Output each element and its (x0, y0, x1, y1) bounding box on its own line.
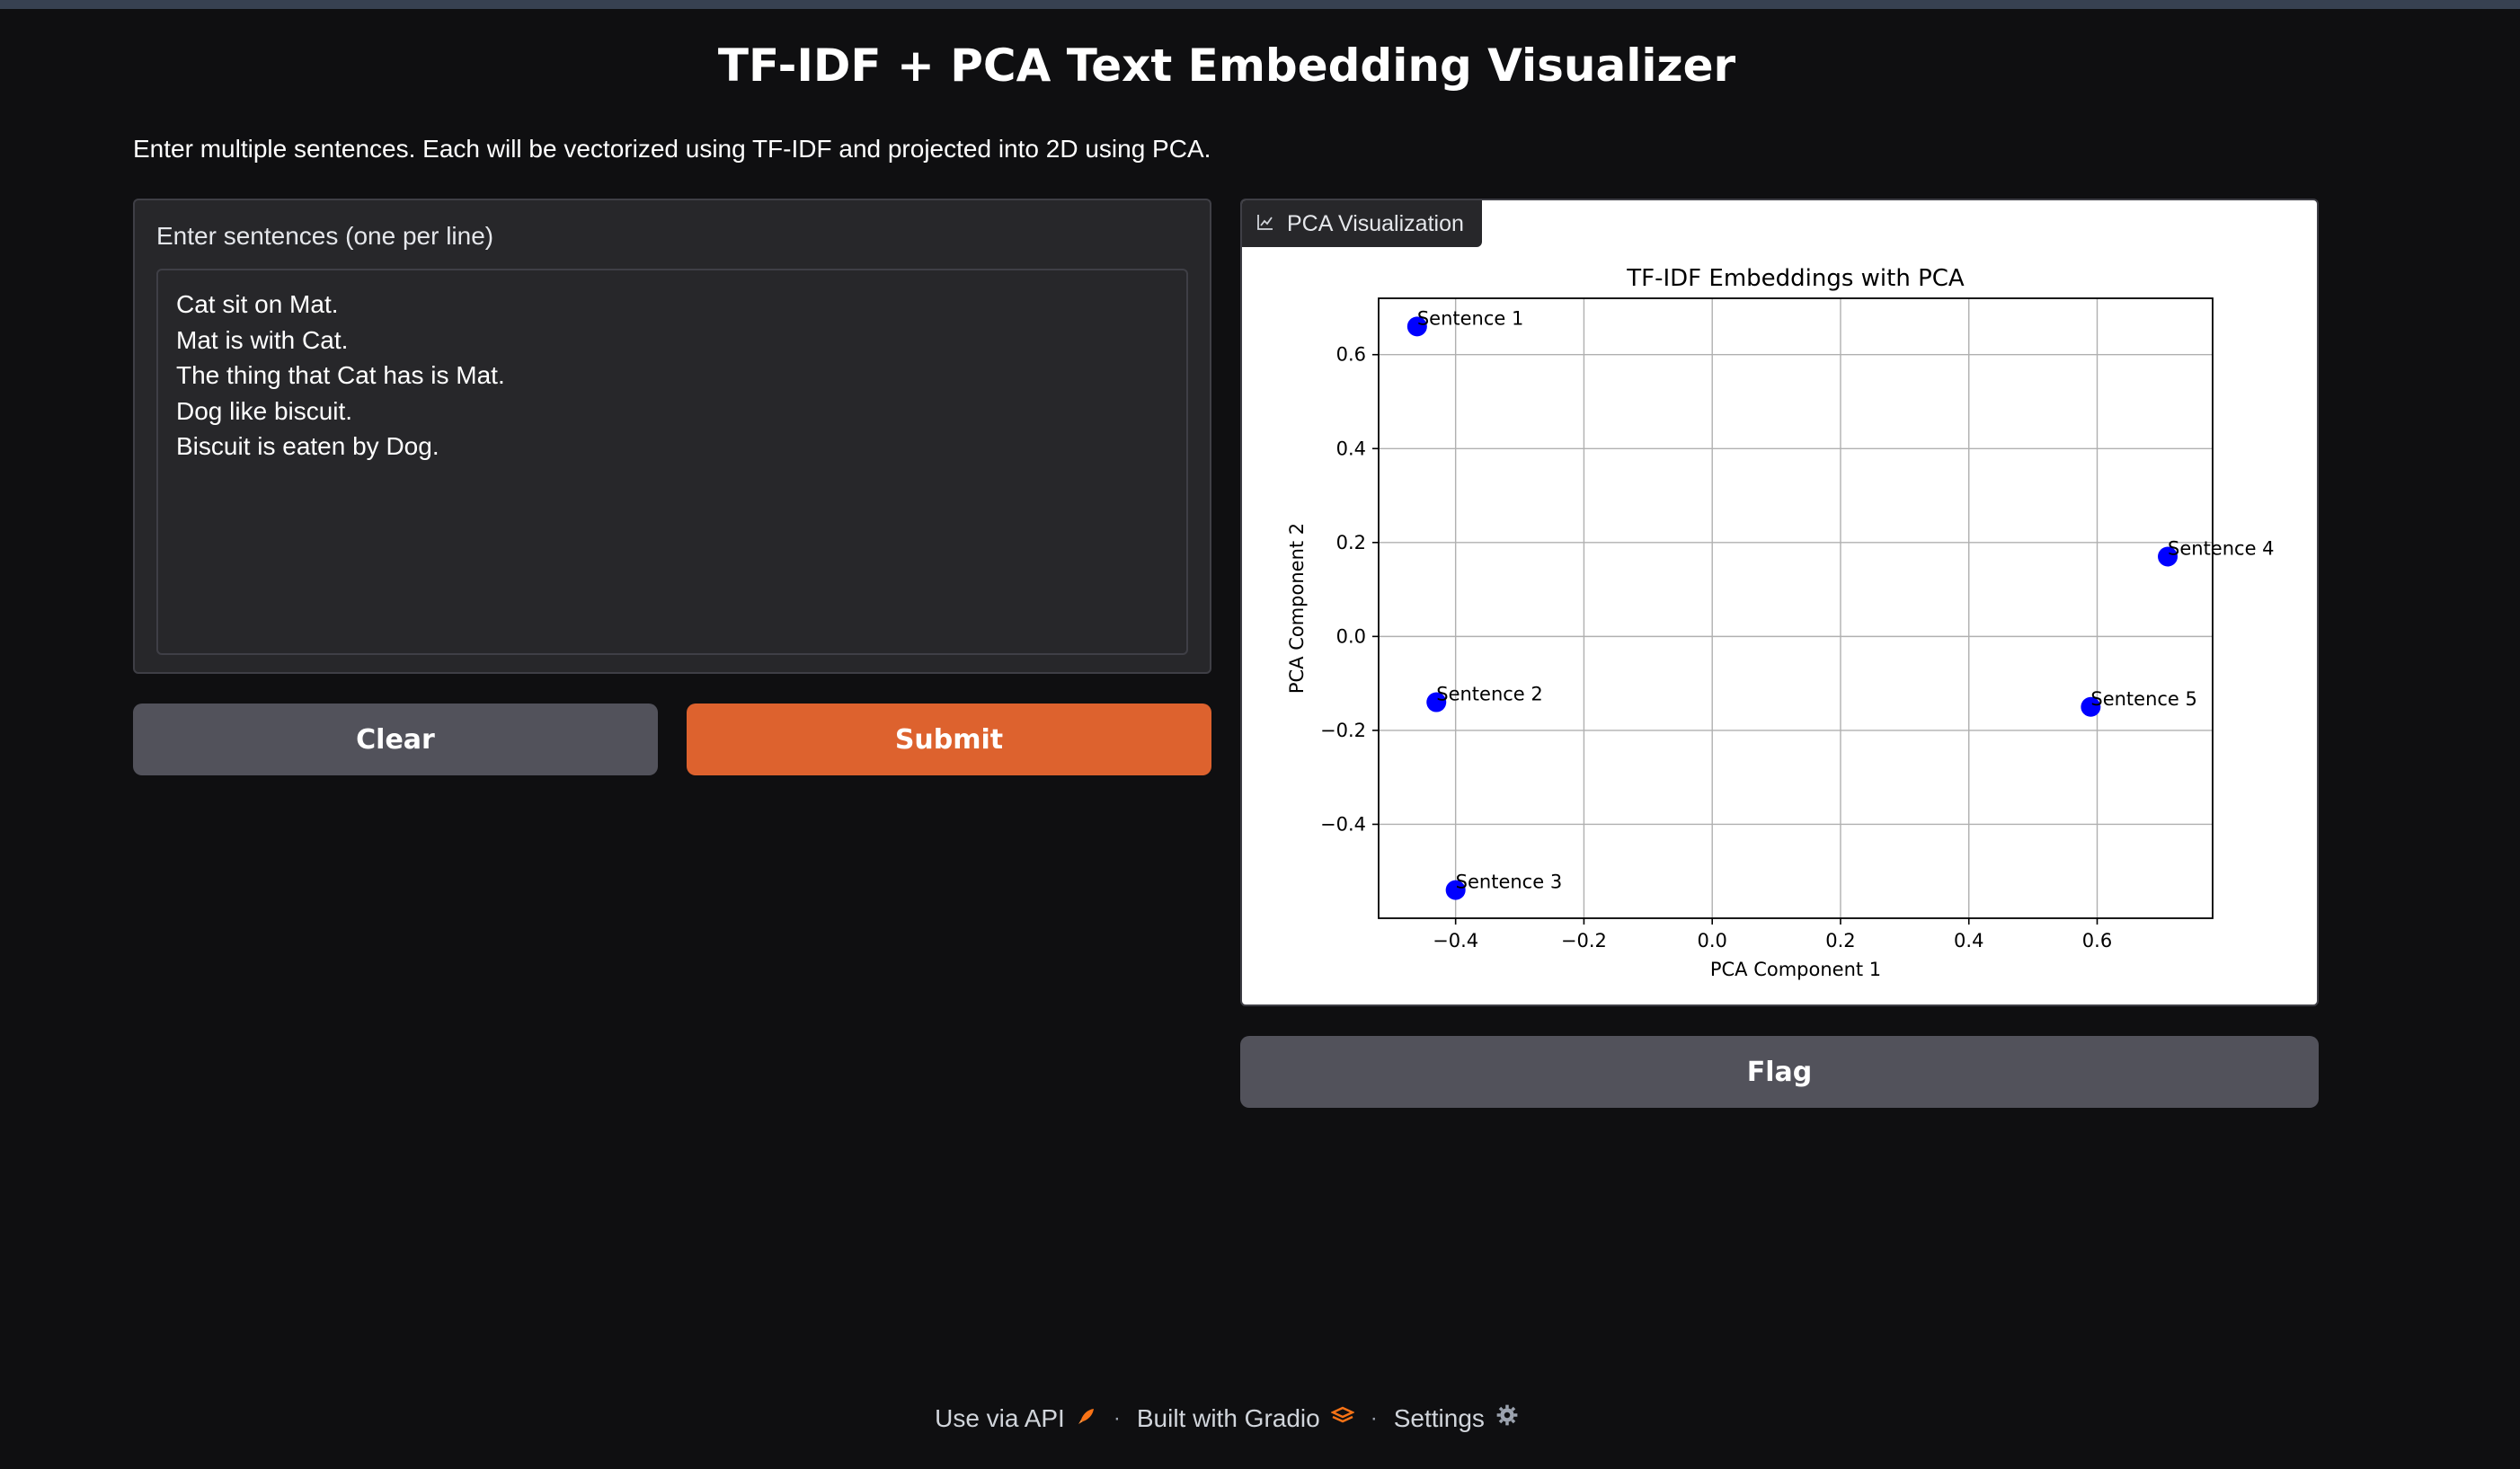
y-tick-label: 0.6 (1336, 344, 1366, 366)
y-axis-label: PCA Component 2 (1286, 523, 1308, 694)
chart-icon (1256, 211, 1274, 237)
footer: Use via API · Built with Gradio · Settin… (0, 1403, 2453, 1433)
data-point-label: Sentence 1 (1417, 307, 1524, 329)
x-axis-label: PCA Component 1 (1710, 959, 1881, 980)
x-tick-label: −0.2 (1561, 930, 1607, 951)
gear-icon (1495, 1403, 1519, 1433)
pca-scatter-chart: −0.4 −0.2 0.0 0.2 0.4 0.6 −0.4 −0.2 0.0 0.2 0.4 0.6… (1286, 265, 2275, 980)
settings-label: Settings (1393, 1403, 1485, 1432)
chart-title: TF-IDF Embeddings with PCA (1626, 265, 1965, 292)
data-point-label: Sentence 3 (1456, 872, 1563, 893)
submit-button[interactable]: Submit (687, 704, 1211, 775)
use-via-api-link[interactable]: Use via API (935, 1404, 1097, 1433)
use-via-api-label: Use via API (935, 1403, 1065, 1432)
page-description: Enter multiple sentences. Each will be v… (133, 135, 1211, 163)
x-tick-label: 0.2 (1825, 930, 1855, 951)
clear-button[interactable]: Clear (133, 704, 658, 775)
pca-visualization-label: PCA Visualization (1287, 210, 1464, 236)
y-tick-label: 0.2 (1336, 532, 1366, 553)
data-point-label: Sentence 5 (2090, 688, 2197, 710)
pca-visualization-tag: PCA Visualization (1242, 200, 1482, 247)
top-bar (0, 0, 2520, 9)
built-with-gradio-label: Built with Gradio (1136, 1403, 1320, 1432)
x-tick-label: 0.0 (1697, 930, 1726, 951)
gradio-logo-icon (1329, 1404, 1355, 1433)
x-tick-label: −0.4 (1433, 930, 1478, 951)
sentences-textarea[interactable]: Cat sit on Mat. Mat is with Cat. The thi… (156, 269, 1188, 655)
sentences-input-panel: Enter sentences (one per line) Cat sit o… (133, 199, 1211, 674)
data-point-label: Sentence 4 (2168, 538, 2275, 560)
plot-frame (1378, 297, 2214, 919)
y-tick-label: 0.0 (1336, 625, 1366, 647)
x-tick-label: 0.4 (1954, 930, 1983, 951)
x-tick-label: 0.6 (2082, 930, 2112, 951)
y-tick-label: −0.2 (1320, 720, 1366, 741)
y-tick-label: −0.4 (1320, 813, 1366, 835)
footer-separator: · (1113, 1405, 1121, 1430)
y-tick-label: 0.4 (1336, 438, 1366, 459)
data-point-label: Sentence 2 (1436, 684, 1543, 705)
sentences-input-label: Enter sentences (one per line) (156, 222, 494, 250)
settings-link[interactable]: Settings (1394, 1403, 1519, 1433)
footer-separator: · (1370, 1405, 1378, 1430)
rocket-icon (1076, 1404, 1097, 1433)
flag-button[interactable]: Flag (1240, 1036, 2319, 1108)
built-with-gradio-link[interactable]: Built with Gradio (1136, 1403, 1355, 1433)
page-title: TF-IDF + PCA Text Embedding Visualizer (717, 40, 1736, 92)
pca-plot-panel: −0.4 −0.2 0.0 0.2 0.4 0.6 −0.4 −0.2 0.0 0.2 0.4 0.6… (1240, 199, 2319, 1006)
